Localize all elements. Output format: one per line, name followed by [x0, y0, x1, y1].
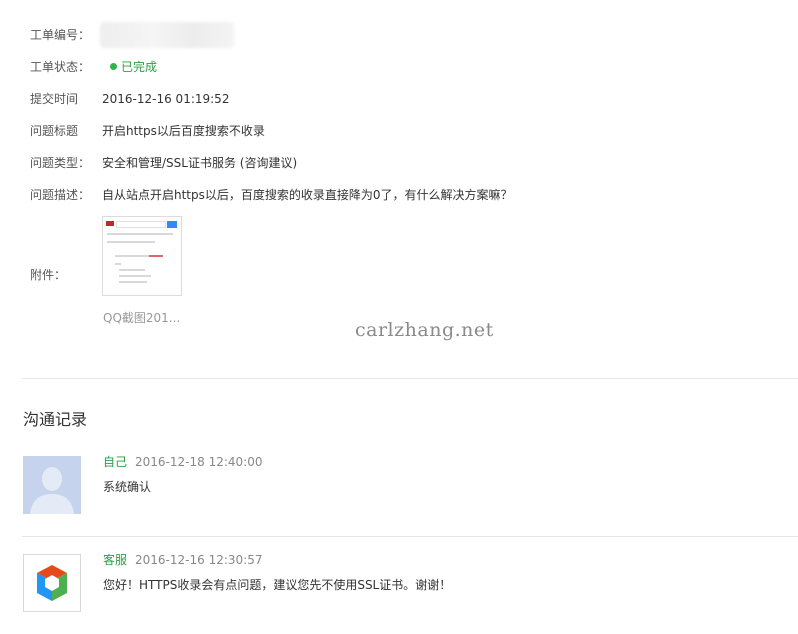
ticket-title-value: 开启https以后百度搜索不收录 — [102, 124, 265, 138]
status-text: 已完成 — [121, 60, 158, 74]
record-message: 系统确认 — [103, 480, 152, 494]
section-divider — [22, 378, 798, 379]
thumbnail-line-icon — [119, 269, 145, 271]
record-author: 客服 — [103, 553, 128, 567]
ticket-id-value-redacted — [100, 22, 234, 48]
record-time: 2016-12-16 12:30:57 — [135, 553, 263, 567]
thumbnail-logo-icon — [106, 221, 114, 226]
attachment-label: 附件： — [30, 268, 67, 282]
submit-time-value: 2016-12-16 01:19:52 — [102, 92, 230, 106]
ticket-type-label: 问题类型： — [30, 156, 91, 170]
thumbnail-line-icon — [107, 233, 173, 235]
status-dot-icon — [110, 63, 117, 70]
record-meta: 自己 2016-12-18 12:40:00 — [103, 454, 262, 470]
ticket-id-label: 工单编号： — [30, 28, 91, 42]
thumbnail-line-icon — [119, 275, 151, 277]
watermark: carlzhang.net — [355, 319, 494, 341]
record-meta: 客服 2016-12-16 12:30:57 — [103, 552, 262, 568]
default-user-avatar-icon — [23, 456, 81, 514]
user-silhouette-icon — [23, 456, 81, 514]
service-logo-icon — [23, 554, 81, 612]
record-message: 您好！HTTPS收录会有点问题，建议您先不使用SSL证书。谢谢！ — [103, 578, 452, 592]
record-time: 2016-12-18 12:40:00 — [135, 455, 263, 469]
submit-time-label: 提交时间 — [30, 92, 79, 106]
ticket-detail-page: 工单编号： 工单状态： 已完成 提交时间 2016-12-16 01:19:52… — [0, 0, 798, 634]
ticket-title-label: 问题标题 — [30, 124, 79, 138]
thumbnail-button-icon — [167, 221, 177, 228]
attachment-thumbnail[interactable] — [102, 216, 182, 296]
thumbnail-line-icon — [115, 255, 149, 257]
record-author: 自己 — [103, 455, 128, 469]
record-divider — [22, 536, 798, 537]
ticket-type-value: 安全和管理/SSL证书服务 (咨询建议) — [102, 156, 298, 170]
ticket-status-label: 工单状态： — [30, 60, 91, 74]
thumbnail-line-icon — [119, 281, 147, 283]
attachment-caption[interactable]: QQ截图201... — [103, 309, 180, 326]
communication-title: 沟通记录 — [23, 410, 88, 429]
thumbnail-line-icon — [115, 263, 121, 265]
thumbnail-highlight-icon — [149, 255, 163, 257]
service-cube-logo-icon — [37, 565, 67, 601]
thumbnail-searchbar-icon — [116, 221, 166, 228]
thumbnail-line-icon — [107, 241, 155, 243]
ticket-desc-value: 自从站点开启https以后，百度搜索的收录直接降为0了，有什么解决方案嘛？ — [102, 188, 513, 202]
ticket-desc-label: 问题描述： — [30, 188, 91, 202]
status-badge: 已完成 — [110, 57, 157, 77]
